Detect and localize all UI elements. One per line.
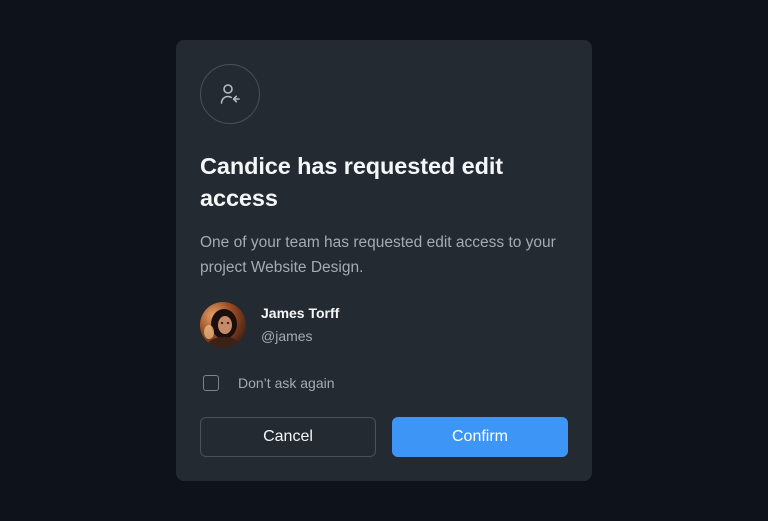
avatar [200,302,246,348]
dont-ask-again-row[interactable]: Don’t ask again [200,373,568,393]
dialog-actions: Cancel Confirm [200,417,568,457]
user-name: James Torff [261,305,340,321]
dont-ask-again-label[interactable]: Don’t ask again [238,375,335,391]
cancel-button[interactable]: Cancel [200,417,376,457]
dont-ask-again-checkbox[interactable] [203,375,219,391]
user-arrow-left-icon [220,84,240,104]
confirm-button[interactable]: Confirm [392,417,568,457]
user-info: James Torff @james [261,305,339,345]
user-icon-container [200,64,260,124]
dialog-description: One of your team has requested edit acce… [200,234,556,276]
access-request-dialog: Candice has requested edit access One of… [176,40,592,481]
dialog-title: Candice has requested edit access [200,153,503,211]
requester-profile: James Torff @james [200,302,568,348]
user-handle: @james [261,328,313,344]
